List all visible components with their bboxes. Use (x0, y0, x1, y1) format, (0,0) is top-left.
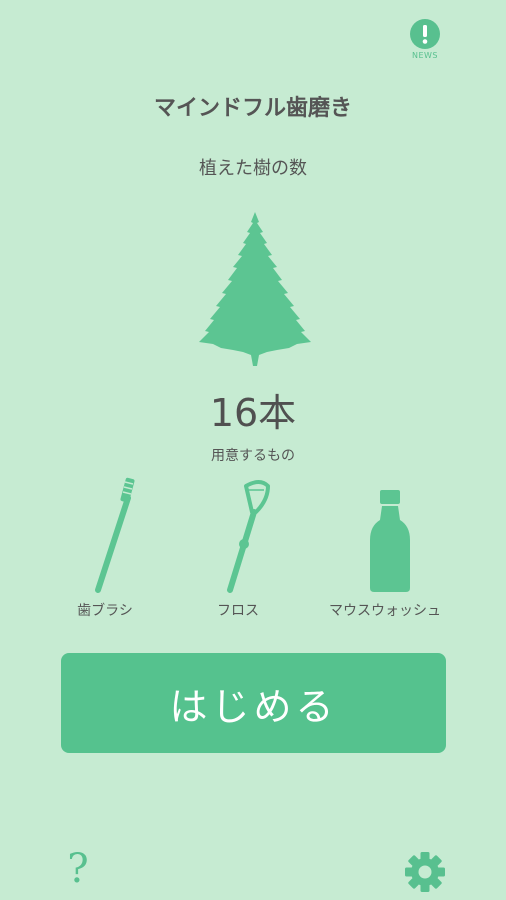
tree-count: 16本 (209, 391, 297, 435)
question-mark-icon: ? (67, 846, 89, 892)
toothbrush-icon (95, 477, 135, 593)
start-button[interactable]: はじめる (61, 653, 446, 753)
mouthwash-icon (370, 490, 410, 592)
app-title: マインドフル歯磨き (153, 96, 352, 121)
tree-icon (199, 212, 311, 366)
news-button[interactable]: NEWS (406, 18, 444, 64)
floss-icon (227, 480, 270, 593)
news-alert-icon (410, 19, 440, 49)
supply-item-toothbrush: 歯ブラシ (77, 603, 133, 619)
trees-planted-label: 植えた樹の数 (199, 158, 307, 179)
supply-item-mouthwash: マウスウォッシュ (329, 603, 441, 619)
news-label: NEWS (411, 51, 439, 60)
help-button[interactable]: ? (58, 844, 98, 894)
supply-item-floss: フロス (217, 603, 259, 619)
supplies-label: 用意するもの (211, 448, 295, 464)
gear-icon[interactable] (404, 851, 446, 893)
